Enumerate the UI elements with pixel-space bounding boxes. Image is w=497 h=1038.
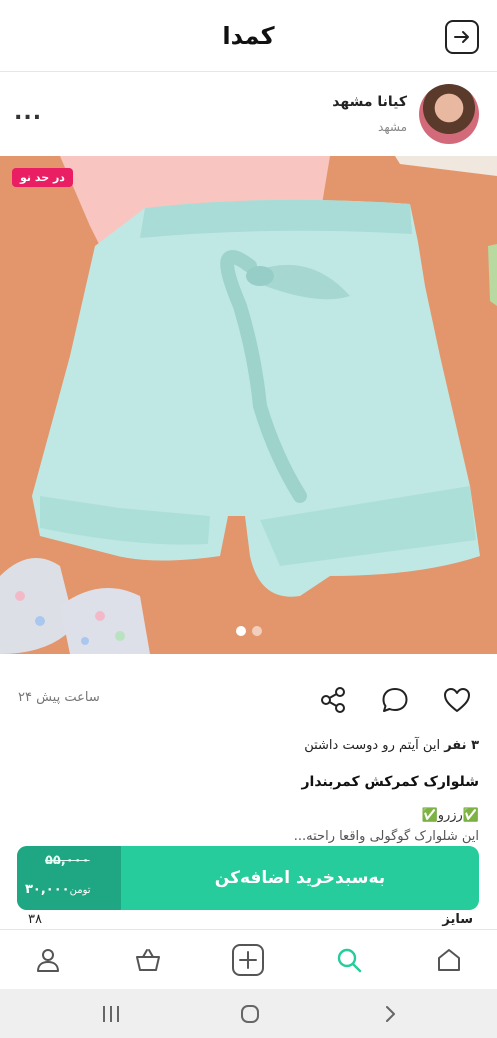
add-to-cart-button[interactable]: به‌سبدخرید اضافه‌کن ۵۵,۰۰۰ تومن۳۰,۰۰۰ — [17, 846, 479, 910]
product-title: شلوارک کمرکش کمربندار — [301, 774, 479, 790]
app-logo: کمدا — [222, 22, 275, 50]
basket-icon — [136, 949, 160, 971]
share-icon — [321, 687, 345, 713]
product-image[interactable]: در حد نو — [0, 156, 497, 654]
new-price-row: تومن۳۰,۰۰۰ — [25, 882, 91, 897]
seller-row: کیانا مشهد مشهد ... — [0, 72, 497, 156]
pager-dot-1[interactable] — [235, 626, 246, 636]
add-icon — [232, 944, 264, 976]
image-pager-dots — [0, 626, 497, 636]
nav-basket[interactable] — [130, 942, 166, 978]
nav-home[interactable] — [431, 942, 467, 978]
bottom-navigation — [0, 929, 497, 989]
size-value: ۳۸ — [28, 912, 42, 927]
description-line-2[interactable]: این شلوارک گوگولی واقعا راحته... — [294, 829, 479, 844]
comment-button[interactable] — [377, 682, 413, 718]
likes-count: ۳ نفر — [444, 738, 479, 753]
like-button[interactable] — [439, 682, 475, 718]
description-line-1: ✅رزرو✅ — [421, 808, 479, 823]
condition-badge: در حد نو — [12, 168, 73, 187]
seller-city: مشهد — [378, 120, 407, 134]
more-options-button[interactable]: ... — [14, 100, 42, 125]
system-recents-button[interactable] — [97, 1001, 125, 1027]
system-navigation-bar — [0, 989, 497, 1038]
app-header: کمدا — [0, 0, 497, 72]
recents-icon — [103, 1006, 119, 1022]
likes-text: این آیتم رو دوست داشتن — [304, 738, 441, 753]
new-price: ۳۰,۰۰۰ — [25, 882, 70, 897]
price-box: ۵۵,۰۰۰ تومن۳۰,۰۰۰ — [17, 846, 121, 910]
action-bar: ۲۴ ساعت پیش — [0, 676, 497, 724]
home-circle-icon — [241, 1005, 259, 1023]
product-photo-illustration — [0, 156, 497, 654]
nav-add[interactable] — [230, 942, 266, 978]
seller-avatar[interactable] — [419, 84, 479, 144]
likes-summary[interactable]: ۳ نفر این آیتم رو دوست داشتن — [304, 738, 479, 753]
heart-icon — [444, 688, 470, 712]
system-back-button[interactable] — [376, 1001, 404, 1027]
pager-dot-2[interactable] — [251, 626, 262, 636]
back-icon — [386, 1006, 395, 1022]
nav-profile[interactable] — [30, 942, 66, 978]
seller-name[interactable]: کیانا مشهد — [332, 94, 407, 110]
add-to-cart-label: به‌سبدخرید اضافه‌کن — [214, 868, 386, 888]
share-button[interactable] — [315, 682, 351, 718]
home-icon — [438, 949, 460, 971]
posted-time: ۲۴ ساعت پیش — [18, 690, 100, 705]
nav-search[interactable] — [331, 942, 367, 978]
exit-button[interactable] — [445, 20, 479, 54]
profile-icon — [37, 949, 59, 972]
exit-arrow-icon — [454, 31, 469, 43]
comment-icon — [382, 688, 408, 712]
search-icon — [337, 948, 362, 973]
currency-label: تومن — [69, 885, 91, 896]
system-home-button[interactable] — [236, 1001, 264, 1027]
size-label: سایز — [442, 912, 473, 927]
old-price: ۵۵,۰۰۰ — [45, 853, 90, 868]
